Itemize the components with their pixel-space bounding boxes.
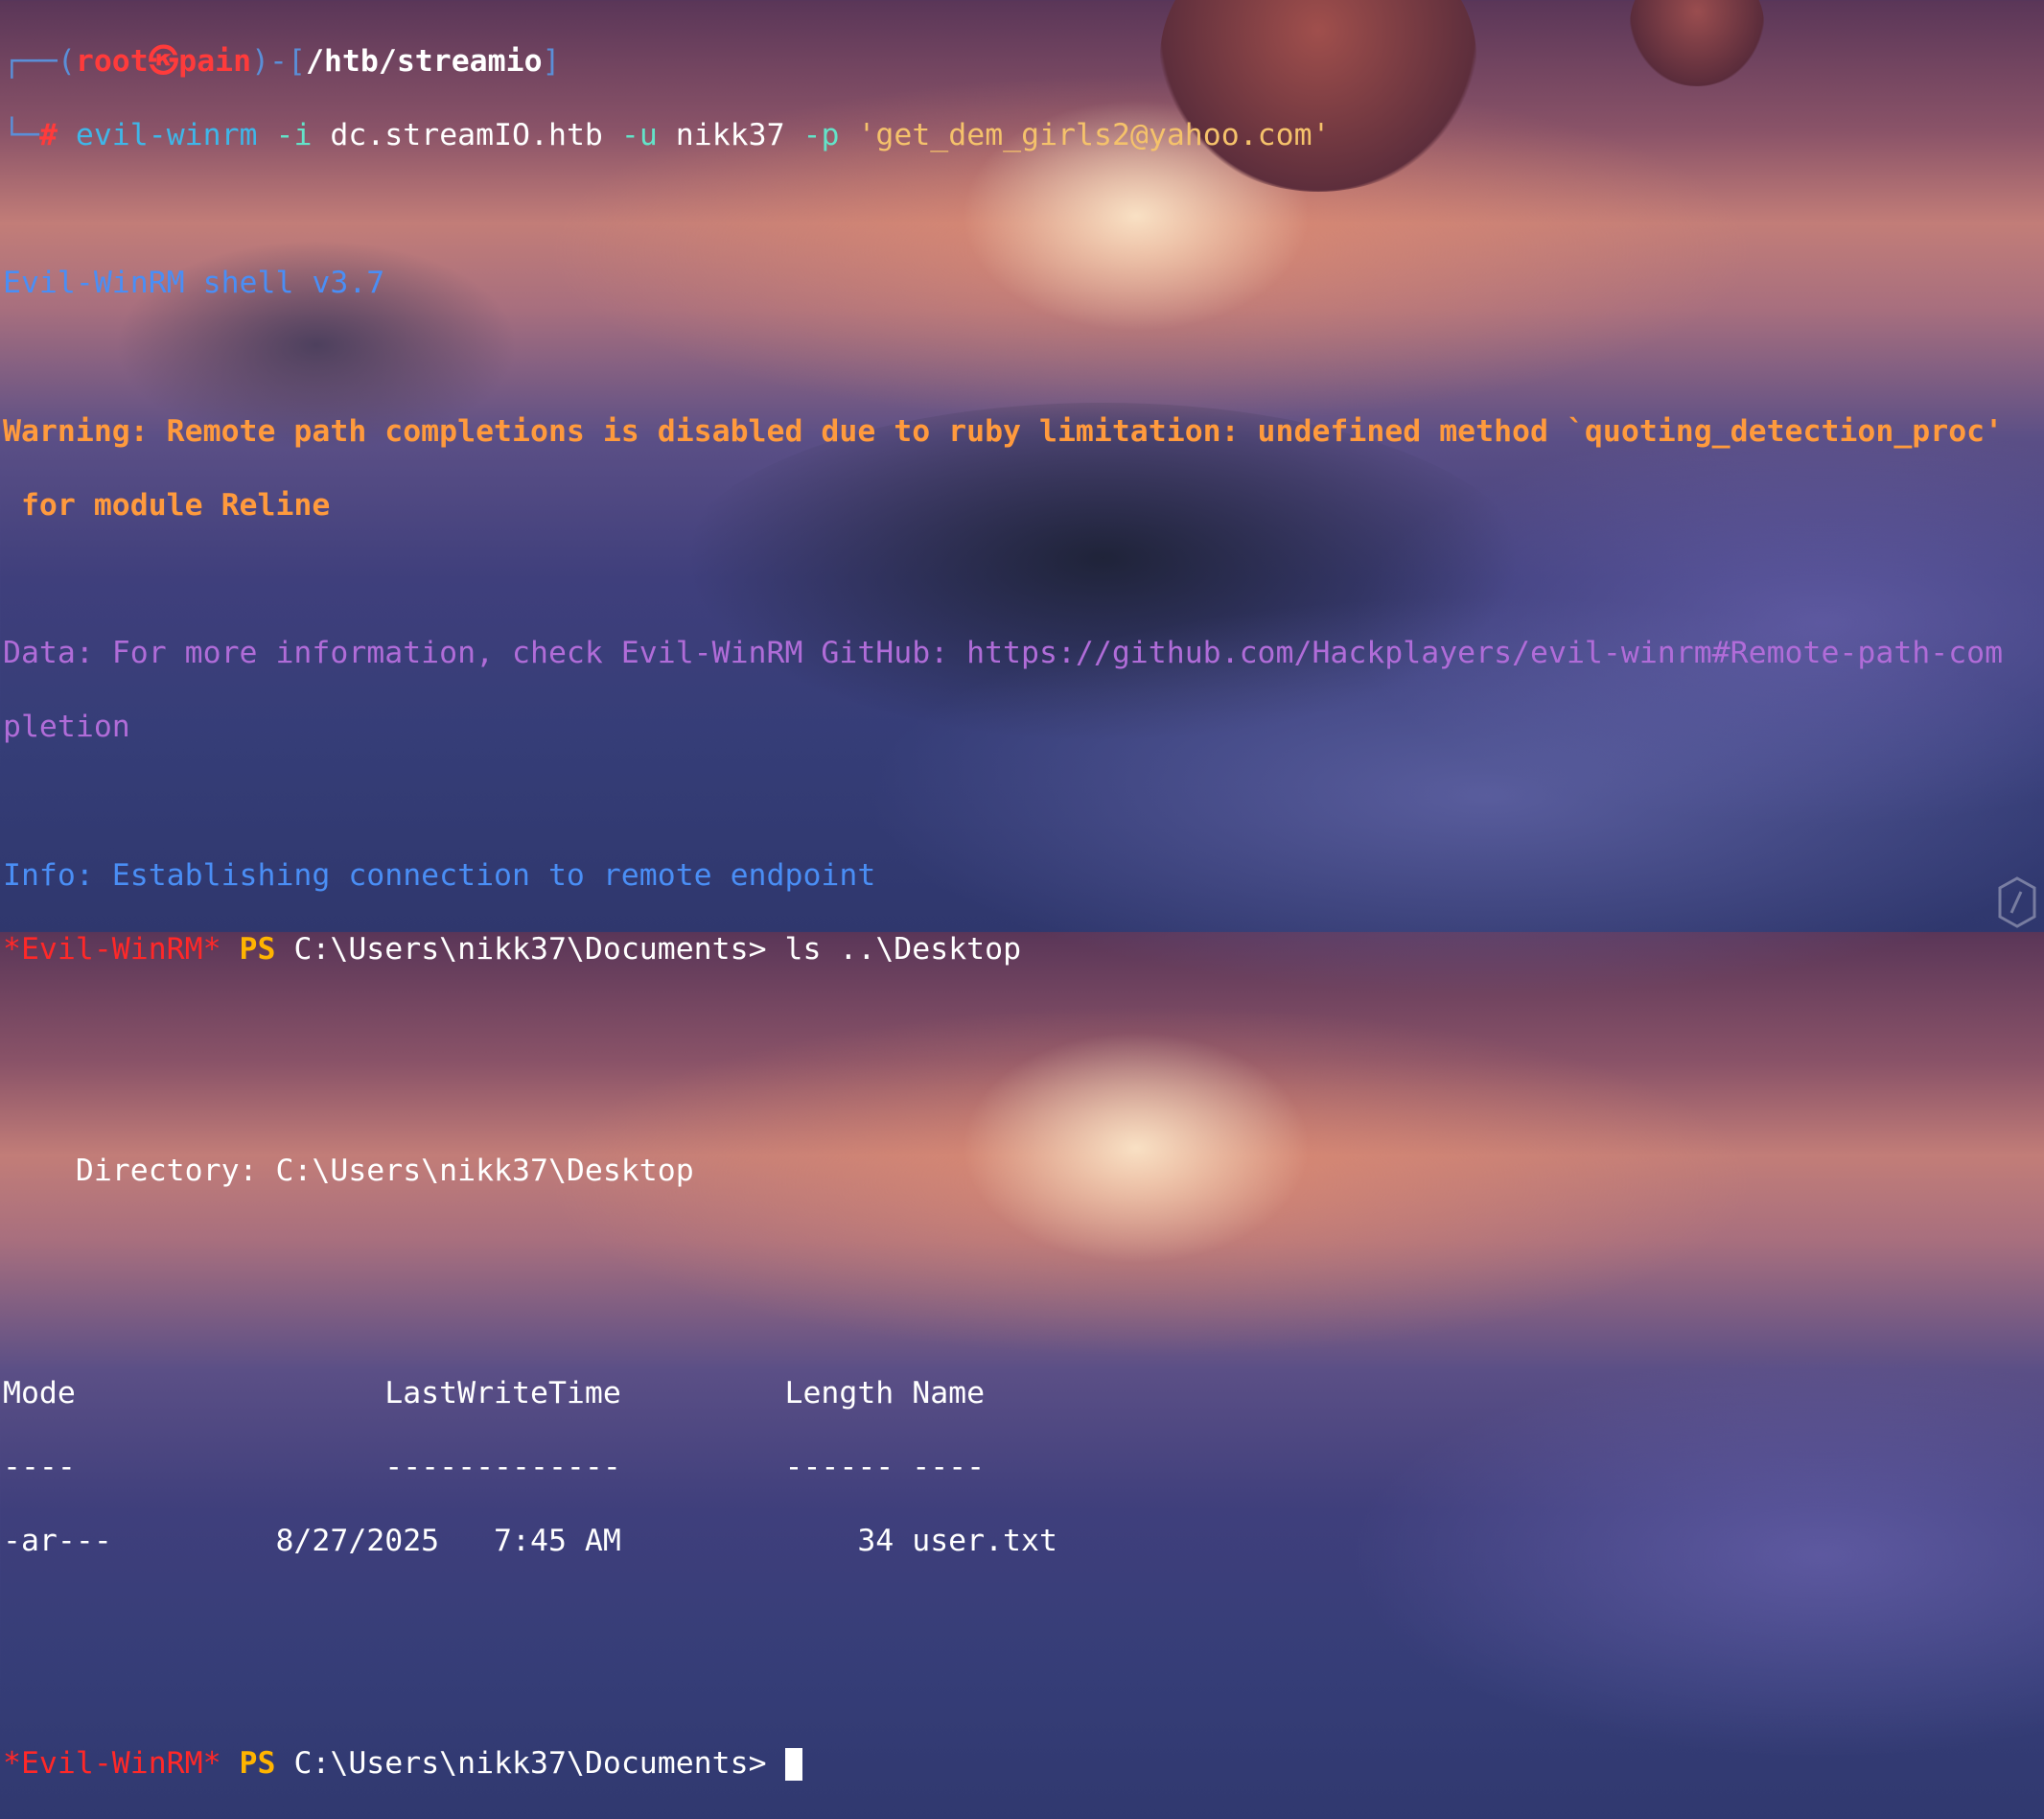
current-directory: C:\Users\nikk37\Documents> xyxy=(293,1745,767,1781)
prompt-hash: # xyxy=(38,117,58,152)
prompt-header-line: ┌──(root㉿pain)-[/htb/streamio] xyxy=(3,43,2044,81)
warning-line-2: for module Reline xyxy=(3,487,331,523)
terminal-output[interactable]: ┌──(root㉿pain)-[/htb/streamio] └─# evil-… xyxy=(0,0,2044,1781)
command-name: evil-winrm xyxy=(75,117,258,152)
prompt-host: pain xyxy=(178,43,252,79)
table-header: Mode LastWriteTime Length Name xyxy=(3,1375,986,1411)
evil-winrm-prompt: *Evil-WinRM* xyxy=(3,931,221,967)
info-line: Info: Establishing connection to remote … xyxy=(3,857,876,893)
ps-command-line: *Evil-WinRM* PS C:\Users\nikk37\Document… xyxy=(3,931,2044,968)
flag-p: -p xyxy=(802,117,840,152)
prompt-at-icon: ㉿ xyxy=(148,43,179,79)
banner-line: Evil-WinRM shell v3.7 xyxy=(3,266,385,301)
flag-i: -i xyxy=(275,117,313,152)
prompt-user: root xyxy=(75,43,149,79)
text-cursor xyxy=(784,1747,802,1781)
prompt-bracket: )-[ xyxy=(251,43,306,79)
user-argument: nikk37 xyxy=(675,117,785,152)
current-directory: C:\Users\nikk37\Documents> xyxy=(293,931,767,967)
ps-label: PS xyxy=(239,931,276,967)
table-row: -ar--- 8/27/2025 7:45 AM 34 user.txt xyxy=(3,1524,1057,1559)
evil-winrm-prompt: *Evil-WinRM* xyxy=(3,1745,221,1781)
table-rule: ---- ------------- ------ ---- xyxy=(3,1450,986,1485)
prompt-path: /htb/streamio xyxy=(306,43,543,79)
terminal-corner-logo-icon xyxy=(1996,875,2044,932)
ps-label: PS xyxy=(239,1745,276,1781)
prompt-corner-top: ┌──( xyxy=(3,43,76,79)
prompt-bracket-end: ] xyxy=(542,43,561,79)
prompt-corner-bottom: └─ xyxy=(3,117,39,152)
ls-command: ls ..\Desktop xyxy=(784,931,1022,967)
password-argument: 'get_dem_girls2@yahoo.com' xyxy=(857,117,1331,152)
warning-line-1: Warning: Remote path completions is disa… xyxy=(3,413,2004,449)
final-prompt-line[interactable]: *Evil-WinRM* PS C:\Users\nikk37\Document… xyxy=(3,1745,2044,1783)
host-argument: dc.streamIO.htb xyxy=(330,117,603,152)
directory-line: Directory: C:\Users\nikk37\Desktop xyxy=(3,1154,694,1189)
data-line-2: pletion xyxy=(3,710,130,745)
data-line-1: Data: For more information, check Evil-W… xyxy=(3,636,2004,671)
command-line: └─# evil-winrm -i dc.streamIO.htb -u nik… xyxy=(3,117,2044,154)
flag-u: -u xyxy=(620,117,658,152)
